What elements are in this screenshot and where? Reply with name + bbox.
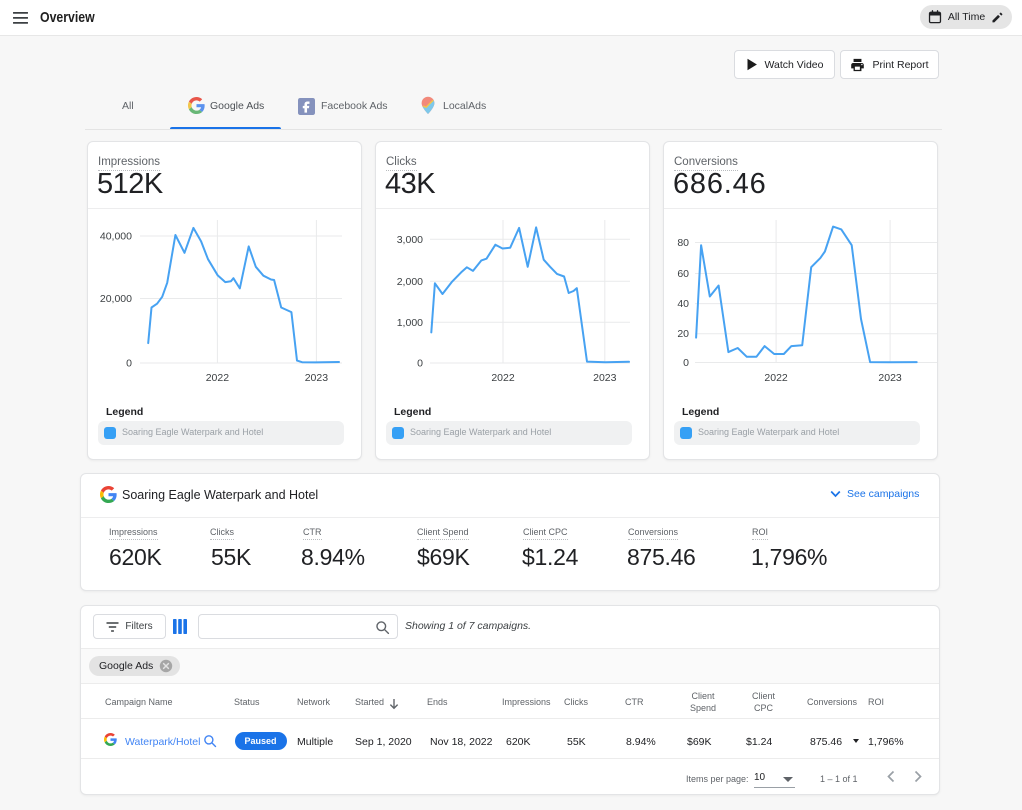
svg-text:20,000: 20,000 [100, 293, 132, 305]
svg-text:40,000: 40,000 [100, 231, 132, 243]
svg-text:2022: 2022 [206, 372, 230, 384]
svg-text:2023: 2023 [593, 372, 617, 384]
svg-text:1,000: 1,000 [397, 317, 423, 329]
svg-text:40: 40 [677, 298, 689, 310]
svg-text:2023: 2023 [305, 372, 329, 384]
svg-text:60: 60 [677, 268, 689, 280]
svg-text:2022: 2022 [764, 372, 788, 384]
svg-text:2,000: 2,000 [397, 276, 423, 288]
svg-text:3,000: 3,000 [397, 234, 423, 246]
svg-text:0: 0 [683, 357, 689, 369]
svg-text:80: 80 [677, 237, 689, 249]
svg-text:2022: 2022 [491, 372, 515, 384]
svg-text:20: 20 [677, 328, 689, 340]
svg-text:0: 0 [126, 358, 132, 370]
svg-text:0: 0 [417, 358, 423, 370]
svg-text:2023: 2023 [878, 372, 902, 384]
